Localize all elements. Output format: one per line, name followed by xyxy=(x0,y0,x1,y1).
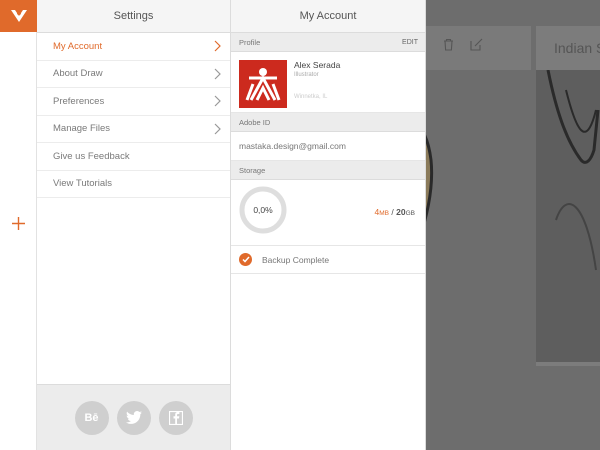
settings-item-give-feedback[interactable]: Give us Feedback xyxy=(37,143,230,171)
left-rail xyxy=(0,0,37,450)
settings-item-view-tutorials[interactable]: View Tutorials xyxy=(37,171,230,198)
behance-icon[interactable]: Bē xyxy=(74,400,109,435)
chevron-right-icon xyxy=(214,123,221,135)
chevron-right-icon xyxy=(214,68,221,80)
profile-name: Alex Serada xyxy=(294,60,341,70)
settings-item-label: My Account xyxy=(53,40,103,52)
settings-menu: My Account About Draw Preferences Manage Fi… xyxy=(37,33,230,198)
adobe-draw-logo-icon[interactable] xyxy=(0,0,37,32)
settings-item-manage-files[interactable]: Manage Files xyxy=(37,116,230,143)
settings-item-label: Give us Feedback xyxy=(53,150,130,162)
my-account-title: My Account xyxy=(231,0,425,33)
storage-row: 0,0% 4MB / 20GB xyxy=(231,180,425,246)
storage-percent: 0,0% xyxy=(253,205,273,215)
profile-row: Alex Serada Illustrator Winnetka, IL xyxy=(231,52,425,113)
backup-status-row: Backup Complete xyxy=(231,246,425,274)
settings-item-about-draw[interactable]: About Draw xyxy=(37,61,230,88)
storage-header-label: Storage xyxy=(239,165,266,175)
background-artwork xyxy=(536,69,600,362)
storage-section-header: Storage xyxy=(231,161,425,180)
background-canvas[interactable]: Indian S xyxy=(426,0,600,450)
chevron-right-icon xyxy=(214,95,221,107)
settings-title: Settings xyxy=(37,0,230,33)
social-bar: Bē xyxy=(37,384,230,450)
chevron-right-icon xyxy=(214,40,221,52)
facebook-icon[interactable] xyxy=(158,400,193,435)
trash-icon xyxy=(444,38,453,51)
storage-used-unit: MB xyxy=(379,210,390,217)
profile-location: Winnetka, IL xyxy=(294,94,328,100)
edit-profile-button[interactable]: EDIT xyxy=(402,39,418,46)
backup-status-label: Backup Complete xyxy=(262,254,330,265)
plus-icon[interactable] xyxy=(0,210,37,236)
settings-item-my-account[interactable]: My Account xyxy=(37,33,230,61)
edit-icon xyxy=(470,38,483,51)
settings-item-preferences[interactable]: Preferences xyxy=(37,88,230,116)
adobe-id-header-label: Adobe ID xyxy=(239,117,271,127)
storage-usage: 4MB / 20GB xyxy=(374,207,415,217)
adobe-id-email: mastaka.design@gmail.com xyxy=(231,132,425,161)
settings-item-label: View Tutorials xyxy=(53,178,112,190)
storage-total-value: 20 xyxy=(396,207,406,217)
profile-header-label: Profile xyxy=(239,37,261,47)
profile-section-header: Profile EDIT xyxy=(231,33,425,52)
avatar xyxy=(239,60,287,108)
twitter-icon[interactable] xyxy=(116,400,151,435)
storage-total-unit: GB xyxy=(405,210,415,217)
background-title: Indian S xyxy=(554,40,600,56)
background-face-sketch xyxy=(426,135,434,223)
settings-item-label: Preferences xyxy=(53,95,105,107)
settings-panel: Settings My Account About Draw Preferences… xyxy=(37,0,231,450)
settings-item-label: Manage Files xyxy=(53,123,111,135)
my-account-panel: My Account Profile EDIT Alex Serada Illu… xyxy=(231,0,426,450)
settings-item-label: About Draw xyxy=(53,68,103,80)
profile-role: Illustrator xyxy=(294,72,319,78)
checkmark-icon xyxy=(239,253,252,266)
adobe-id-section-header: Adobe ID xyxy=(231,113,425,132)
